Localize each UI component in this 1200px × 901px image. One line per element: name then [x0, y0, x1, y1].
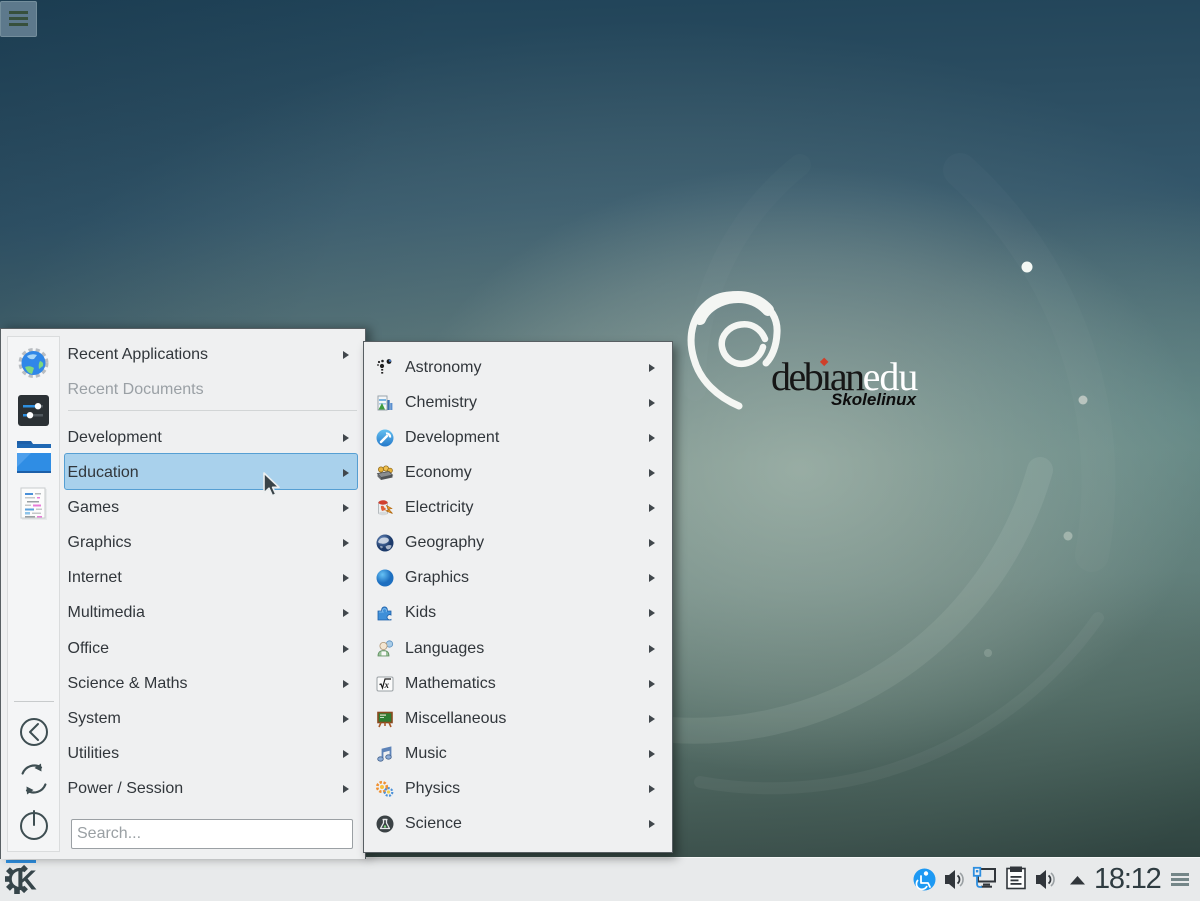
- svg-text:x: x: [384, 680, 390, 690]
- svg-text:K: K: [17, 865, 37, 896]
